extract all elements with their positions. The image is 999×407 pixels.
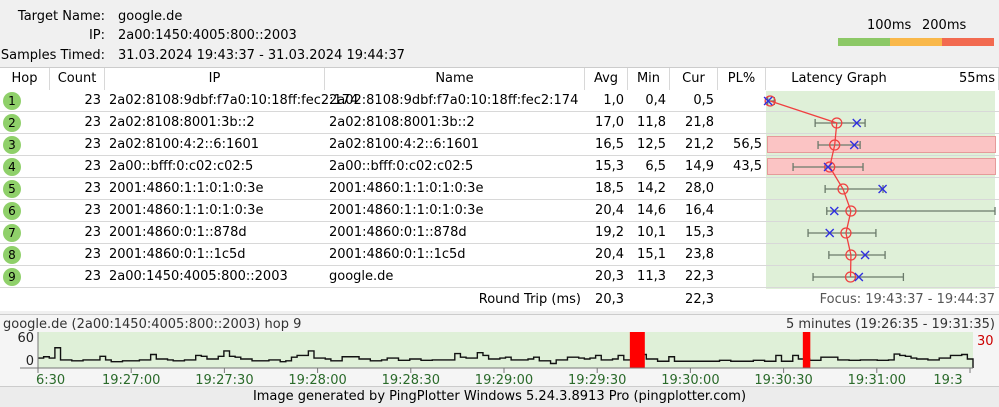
legend-100ms: 100ms: [867, 18, 912, 33]
x-tick-label: 19:27:00: [102, 373, 160, 387]
x-tick-label: 19:30:00: [661, 373, 719, 387]
round-trip-label: Round Trip (ms): [478, 292, 581, 307]
y-tick-label: 0: [26, 354, 34, 369]
x-tick-label: 19:3: [933, 373, 962, 387]
hop-latency-mark: [824, 185, 884, 193]
footer-credit: Image generated by PingPlotter Windows 5…: [0, 386, 999, 407]
x-tick-label: 6:30: [36, 373, 65, 387]
samples-label: Samples Timed:: [0, 48, 105, 63]
x-tick-label: 19:31:00: [848, 373, 906, 387]
target-name: google.de: [118, 9, 183, 24]
timeline-plot-area: [38, 332, 973, 368]
scale-label: 30: [977, 334, 994, 349]
round-trip-avg: 20,3: [595, 292, 624, 307]
y-tick-label: 60: [17, 331, 34, 346]
latency-color-legend: [838, 38, 994, 46]
packet-loss-bar: [629, 332, 645, 368]
legend-200ms: 200ms: [922, 18, 967, 33]
packet-loss-bar: [802, 332, 811, 368]
timeline-chart[interactable]: 60 0 30 6:30 19:27:00 19:27:30 19:28:00 19:28:3…: [0, 315, 999, 387]
hop-latency-mark: [828, 251, 886, 259]
target-ip: 2a00:1450:4005:800::2003: [118, 28, 297, 43]
x-tick-label: 19:28:30: [382, 373, 440, 387]
timeline-panel: google.de (2a00:1450:4005:800::2003) hop…: [0, 314, 999, 387]
focus-range: Focus: 19:43:37 - 19:44:37: [819, 292, 995, 307]
x-tick-label: 19:29:00: [475, 373, 533, 387]
x-tick-label: 19:30:30: [754, 373, 812, 387]
x-tick-label: 19:29:30: [568, 373, 626, 387]
round-trip-cur: 22,3: [685, 292, 714, 307]
hop-latency-mark: [826, 207, 996, 215]
round-trip-row: Round Trip (ms) 20,3 22,3 Focus: 19:43:3…: [0, 289, 999, 311]
trace-table: Hop Count IP Name Avg Min Cur PL% Latency Graph 5…: [0, 67, 999, 311]
x-tick-label: 19:27:30: [195, 373, 253, 387]
samples-timed: 31.03.2024 19:43:37 - 31.03.2024 19:44:3…: [118, 48, 405, 63]
latency-graph: [763, 95, 996, 283]
target-name-label: Target Name:: [17, 9, 105, 24]
ip-label: IP:: [88, 28, 105, 43]
x-tick-label: 19:28:00: [288, 373, 346, 387]
